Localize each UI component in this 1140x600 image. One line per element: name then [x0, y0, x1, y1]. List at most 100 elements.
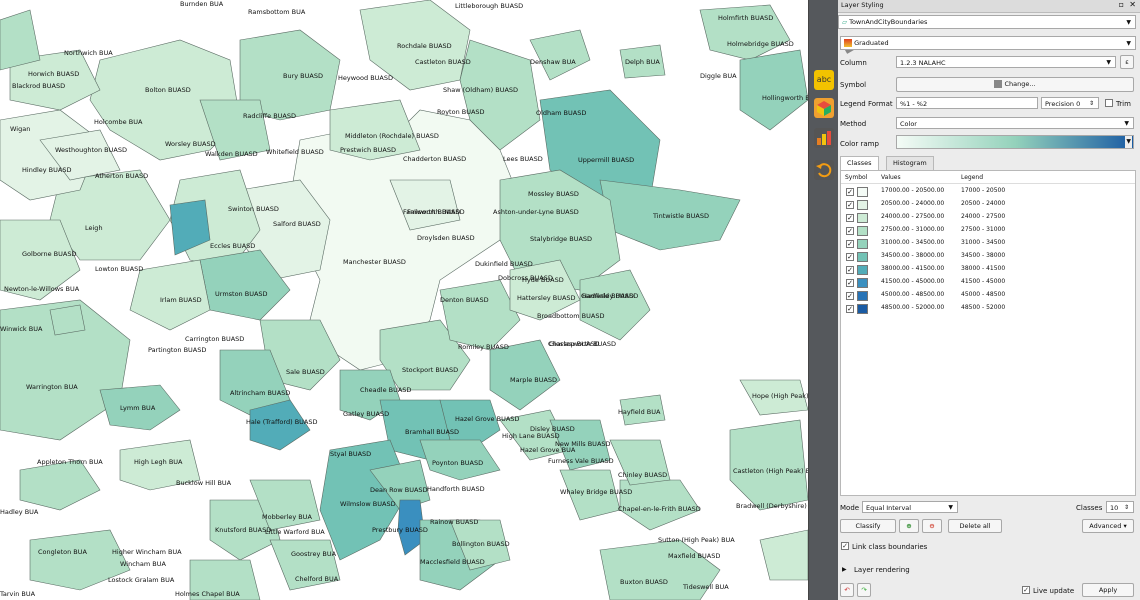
class-legend[interactable]: 20500 - 24000 — [961, 200, 1005, 207]
map-label: Chadderton BUASD — [403, 155, 467, 163]
class-color-swatch[interactable] — [857, 278, 868, 288]
column-selector[interactable]: 1.2.3 NALAHC ▼ — [896, 56, 1116, 68]
map-label: Sale BUASD — [286, 368, 325, 376]
layer-rendering-label[interactable]: Layer rendering — [854, 566, 910, 574]
mode-value: Equal Interval — [866, 504, 912, 512]
classify-button[interactable]: Classify — [840, 519, 896, 533]
class-color-swatch[interactable] — [857, 291, 868, 301]
class-values[interactable]: 27500.00 - 31000.00 — [881, 226, 944, 233]
map-canvas[interactable]: Burnden BUA Littleborough BUASD Holmfirt… — [0, 0, 808, 600]
class-row[interactable]: ✓ 38000.00 - 41500.00 38000 - 41500 — [841, 263, 1135, 276]
history-icon[interactable] — [814, 160, 834, 180]
delete-all-button[interactable]: Delete all — [948, 519, 1002, 533]
class-legend[interactable]: 45000 - 48500 — [961, 291, 1005, 298]
class-visible-checkbox[interactable]: ✓ — [846, 279, 854, 287]
class-color-swatch[interactable] — [857, 200, 868, 210]
mode-selector[interactable]: Equal Interval ▼ — [862, 501, 958, 513]
class-visible-checkbox[interactable]: ✓ — [846, 227, 854, 235]
class-visible-checkbox[interactable]: ✓ — [846, 266, 854, 274]
float-icon[interactable]: ▫ — [1119, 0, 1124, 9]
class-row[interactable]: ✓ 45000.00 - 48500.00 45000 - 48500 — [841, 289, 1135, 302]
classes-spinner[interactable]: 10 ⇕ — [1106, 501, 1134, 513]
class-row[interactable]: ✓ 34500.00 - 38000.00 34500 - 38000 — [841, 250, 1135, 263]
method-selector[interactable]: Color ▼ — [896, 117, 1134, 129]
class-color-swatch[interactable] — [857, 265, 868, 275]
class-visible-checkbox[interactable]: ✓ — [846, 253, 854, 261]
class-values[interactable]: 41500.00 - 45000.00 — [881, 278, 944, 285]
class-legend[interactable]: 31000 - 34500 — [961, 239, 1005, 246]
tab-histogram[interactable]: Histogram — [886, 156, 934, 170]
apply-button[interactable]: Apply — [1082, 583, 1134, 597]
remove-class-icon[interactable]: ⊖ — [922, 519, 942, 533]
layer-selector[interactable]: ▱ TownAndCityBoundaries ▼ — [838, 15, 1136, 29]
live-update-checkbox[interactable]: ✓ — [1022, 586, 1030, 594]
col-header-values: Values — [881, 174, 901, 181]
class-row[interactable]: ✓ 41500.00 - 45000.00 41500 - 45000 — [841, 276, 1135, 289]
precision-spinner[interactable]: Precision 0 ⇕ — [1041, 97, 1099, 109]
add-class-icon[interactable]: ⊕ — [899, 519, 919, 533]
class-values[interactable]: 34500.00 - 38000.00 — [881, 252, 944, 259]
class-color-swatch[interactable] — [857, 226, 868, 236]
class-visible-checkbox[interactable]: ✓ — [846, 214, 854, 222]
class-visible-checkbox[interactable]: ✓ — [846, 240, 854, 248]
map-label: Leigh — [85, 224, 103, 232]
class-color-swatch[interactable] — [857, 252, 868, 262]
class-legend[interactable]: 24000 - 27500 — [961, 213, 1005, 220]
class-color-swatch[interactable] — [857, 187, 868, 197]
class-color-swatch[interactable] — [857, 239, 868, 249]
class-values[interactable]: 38000.00 - 41500.00 — [881, 265, 944, 272]
class-values[interactable]: 31000.00 - 34500.00 — [881, 239, 944, 246]
class-values[interactable]: 45000.00 - 48500.00 — [881, 291, 944, 298]
class-values[interactable]: 17000.00 - 20500.00 — [881, 187, 944, 194]
class-legend[interactable]: 17000 - 20500 — [961, 187, 1005, 194]
map-label: Denton BUASD — [440, 296, 489, 304]
class-color-swatch[interactable] — [857, 213, 868, 223]
color-ramp-selector[interactable]: ▼ — [896, 135, 1134, 149]
legend-format-input[interactable]: %1 - %2 — [896, 97, 1038, 109]
tab-classes[interactable]: Classes — [840, 156, 879, 170]
map-label: Hazel Grove BUA — [520, 446, 576, 454]
map-label: Northwich BUA — [64, 49, 113, 57]
class-visible-checkbox[interactable]: ✓ — [846, 201, 854, 209]
class-row[interactable]: ✓ 27500.00 - 31000.00 27500 - 31000 — [841, 224, 1135, 237]
class-values[interactable]: 48500.00 - 52000.00 — [881, 304, 944, 311]
map-label: Whaley Bridge BUASD — [560, 488, 633, 496]
layer-styling-panel: Layer Styling ▫ ✕ ▱ TownAndCityBoundarie… — [838, 0, 1140, 600]
class-values[interactable]: 24000.00 - 27500.00 — [881, 213, 944, 220]
class-row[interactable]: ✓ 48500.00 - 52000.00 48500 - 52000 — [841, 302, 1135, 315]
class-legend[interactable]: 48500 - 52000 — [961, 304, 1005, 311]
diagram-icon[interactable] — [814, 128, 834, 148]
close-icon[interactable]: ✕ — [1129, 0, 1136, 9]
region-delph — [529, 29, 591, 81]
map-label: Bramhall BUASD — [405, 428, 460, 436]
class-legend[interactable]: 27500 - 31000 — [961, 226, 1005, 233]
expression-icon[interactable]: ε — [1120, 55, 1134, 69]
class-legend[interactable]: 38000 - 41500 — [961, 265, 1005, 272]
redo-icon[interactable]: ↷ — [857, 583, 871, 597]
class-legend[interactable]: 41500 - 45000 — [961, 278, 1005, 285]
expand-arrow-icon[interactable]: ▶ — [842, 566, 847, 573]
class-row[interactable]: ✓ 17000.00 - 20500.00 17000 - 20500 — [841, 185, 1135, 198]
3d-cube-icon[interactable] — [814, 98, 834, 118]
undo-icon[interactable]: ↶ — [840, 583, 854, 597]
region-tarvin — [19, 459, 101, 511]
change-symbol-button[interactable]: Change... — [896, 77, 1134, 92]
renderer-selector[interactable]: Graduated ▼ — [840, 36, 1136, 50]
map-label: Shaw (Oldham) BUASD — [443, 86, 519, 94]
layer-icon: ▱ — [842, 18, 847, 26]
trim-checkbox[interactable] — [1105, 99, 1113, 107]
advanced-button[interactable]: Advanced ▾ — [1082, 519, 1134, 533]
map-label: Holcombe BUA — [94, 118, 143, 126]
class-row[interactable]: ✓ 24000.00 - 27500.00 24000 - 27500 — [841, 211, 1135, 224]
spinner-icon: ⇕ — [1088, 100, 1094, 107]
class-values[interactable]: 20500.00 - 24000.00 — [881, 200, 944, 207]
class-visible-checkbox[interactable]: ✓ — [846, 305, 854, 313]
class-legend[interactable]: 34500 - 38000 — [961, 252, 1005, 259]
class-visible-checkbox[interactable]: ✓ — [846, 292, 854, 300]
class-color-swatch[interactable] — [857, 304, 868, 314]
link-boundaries-checkbox[interactable]: ✓ — [841, 542, 849, 550]
label-abc-icon[interactable]: abc — [814, 70, 834, 90]
class-row[interactable]: ✓ 20500.00 - 24000.00 20500 - 24000 — [841, 198, 1135, 211]
class-row[interactable]: ✓ 31000.00 - 34500.00 31000 - 34500 — [841, 237, 1135, 250]
class-visible-checkbox[interactable]: ✓ — [846, 188, 854, 196]
